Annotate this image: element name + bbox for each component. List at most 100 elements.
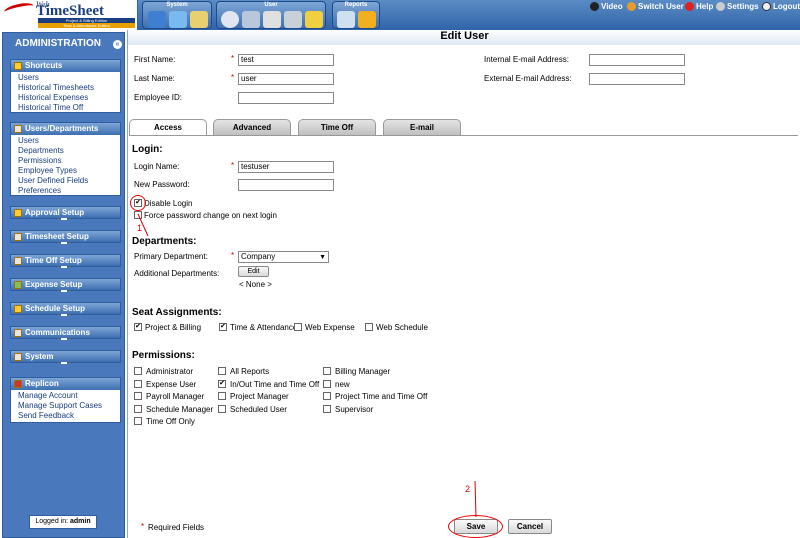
- login-heading: Login:: [132, 144, 163, 155]
- tab-advanced[interactable]: Advanced: [213, 119, 291, 136]
- sidebar-item-users-list[interactable]: Users: [18, 136, 120, 146]
- sidebar-item-employee-types[interactable]: Employee Types: [18, 166, 120, 176]
- permission-checkbox[interactable]: [323, 379, 331, 388]
- users-departments-header[interactable]: Users/Departments: [11, 123, 120, 135]
- section-system[interactable]: System: [10, 350, 121, 364]
- computer-icon[interactable]: [148, 11, 166, 28]
- seat-checkbox[interactable]: ✔: [134, 323, 142, 331]
- additional-departments-label: Additional Departments:: [134, 269, 220, 278]
- expand-icon: [61, 362, 67, 364]
- permission-checkbox[interactable]: [134, 367, 142, 375]
- internal-email-field[interactable]: [589, 54, 685, 66]
- help-link[interactable]: Help: [685, 2, 713, 11]
- pencil-icon[interactable]: [190, 11, 208, 28]
- magnifier-icon[interactable]: [337, 11, 355, 28]
- annotation-number-2: 2: [465, 484, 471, 494]
- sidebar-item-user-defined-fields[interactable]: User Defined Fields: [18, 176, 120, 186]
- sidebar-item-historical-expenses[interactable]: Historical Expenses: [18, 93, 120, 103]
- first-name-field[interactable]: test: [238, 54, 334, 66]
- calculator-icon[interactable]: [284, 11, 302, 28]
- section-time-off-setup[interactable]: Time Off Setup: [10, 254, 121, 268]
- annotation-number-1: 1: [137, 223, 143, 233]
- permission-checkbox[interactable]: [323, 404, 331, 413]
- section-expense-setup[interactable]: Expense Setup: [10, 278, 121, 292]
- required-marker: *: [231, 73, 235, 82]
- permission-checkbox[interactable]: [134, 379, 142, 388]
- logout-icon: [762, 2, 771, 11]
- gears-icon[interactable]: [358, 11, 376, 28]
- sidebar-item-send-feedback[interactable]: Send Feedback: [18, 411, 120, 421]
- seat-checkbox[interactable]: ✔: [219, 323, 227, 331]
- sidebar-item-manage-support-cases[interactable]: Manage Support Cases: [18, 401, 120, 411]
- shortcuts-header[interactable]: Shortcuts: [11, 60, 120, 72]
- users-departments-panel: Users/Departments Users Departments Perm…: [10, 122, 121, 196]
- employee-id-field[interactable]: [238, 92, 334, 104]
- login-name-field[interactable]: testuser: [238, 161, 334, 173]
- permission-checkbox[interactable]: ✔: [218, 379, 226, 388]
- box-icon[interactable]: [169, 11, 187, 28]
- expand-icon: [61, 266, 67, 268]
- section-schedule-setup[interactable]: Schedule Setup: [10, 302, 121, 316]
- primary-department-select[interactable]: Company ▼: [238, 251, 329, 263]
- edit-departments-button[interactable]: Edit: [238, 266, 269, 277]
- sidebar-item-preferences[interactable]: Preferences: [18, 186, 120, 196]
- permission-checkbox[interactable]: [323, 367, 331, 375]
- external-email-field[interactable]: [589, 73, 685, 85]
- permission-checkbox[interactable]: [134, 404, 142, 413]
- video-link[interactable]: Video: [590, 2, 623, 11]
- users-departments-title: Users/Departments: [25, 124, 99, 133]
- permission-label: Administrator: [146, 367, 194, 376]
- sidebar-item-permissions[interactable]: Permissions: [18, 156, 120, 166]
- section-approval-setup[interactable]: Approval Setup: [10, 206, 121, 220]
- seat-checkbox[interactable]: [365, 323, 373, 331]
- section-communications-label: Communications: [25, 327, 90, 337]
- new-password-field[interactable]: [238, 179, 334, 191]
- settings-link[interactable]: Settings: [716, 2, 759, 11]
- last-name-field[interactable]: user: [238, 73, 334, 85]
- replicon-header[interactable]: Replicon: [11, 378, 120, 390]
- help-link-label: Help: [696, 2, 714, 11]
- logged-in-user: admin: [70, 518, 91, 525]
- permission-checkbox[interactable]: [218, 404, 226, 413]
- disc-icon[interactable]: [242, 11, 260, 28]
- switch-user-link-label: Switch User: [638, 2, 684, 11]
- section-system-label: System: [25, 351, 54, 361]
- section-timesheet-setup[interactable]: Timesheet Setup: [10, 230, 121, 244]
- section-expense-setup-label: Expense Setup: [25, 279, 83, 289]
- sidebar-item-historical-time-off[interactable]: Historical Time Off: [18, 103, 120, 113]
- sidebar-item-departments[interactable]: Departments: [18, 146, 120, 156]
- sidebar-item-users[interactable]: Users: [18, 73, 120, 83]
- logo-swoosh-icon: [3, 0, 35, 18]
- sidebar-item-historical-timesheets[interactable]: Historical Timesheets: [18, 83, 120, 93]
- tab-email[interactable]: E-mail: [383, 119, 461, 136]
- tab-access[interactable]: Access: [129, 119, 207, 136]
- module-system[interactable]: System: [142, 1, 212, 29]
- logout-link[interactable]: Logout: [762, 2, 800, 11]
- traffic-light-icon[interactable]: [305, 11, 323, 28]
- webtimesheet-logo[interactable]: Web TimeSheet Project & Billing Edition …: [0, 0, 138, 30]
- cancel-button[interactable]: Cancel: [508, 519, 552, 534]
- switch-user-link[interactable]: Switch User: [627, 2, 684, 11]
- tab-time-off[interactable]: Time Off: [298, 119, 376, 136]
- permission-checkbox[interactable]: [134, 392, 142, 400]
- module-user[interactable]: User: [216, 1, 326, 29]
- primary-department-value: Company: [241, 252, 276, 261]
- section-communications[interactable]: Communications: [10, 326, 121, 340]
- approval-icon: [14, 208, 22, 217]
- force-password-checkbox[interactable]: [134, 211, 142, 219]
- permission-checkbox[interactable]: [323, 392, 331, 400]
- collapse-icon[interactable]: «: [113, 40, 122, 49]
- page-title: Edit User: [128, 30, 800, 45]
- permission-checkbox[interactable]: [218, 367, 226, 375]
- seat-checkbox[interactable]: [294, 323, 302, 331]
- required-marker: *: [231, 161, 235, 170]
- permission-checkbox[interactable]: [134, 417, 142, 425]
- sidebar-item-manage-account[interactable]: Manage Account: [18, 391, 120, 401]
- sidebar-title: ADMINISTRATION: [15, 38, 101, 49]
- module-reports[interactable]: Reports: [332, 1, 380, 29]
- calendar-icon[interactable]: [263, 11, 281, 28]
- permission-checkbox[interactable]: [218, 392, 226, 400]
- internal-email-label: Internal E-mail Address:: [484, 55, 569, 64]
- permission-label: Time Off Only: [146, 417, 195, 426]
- clock-icon[interactable]: [221, 11, 239, 28]
